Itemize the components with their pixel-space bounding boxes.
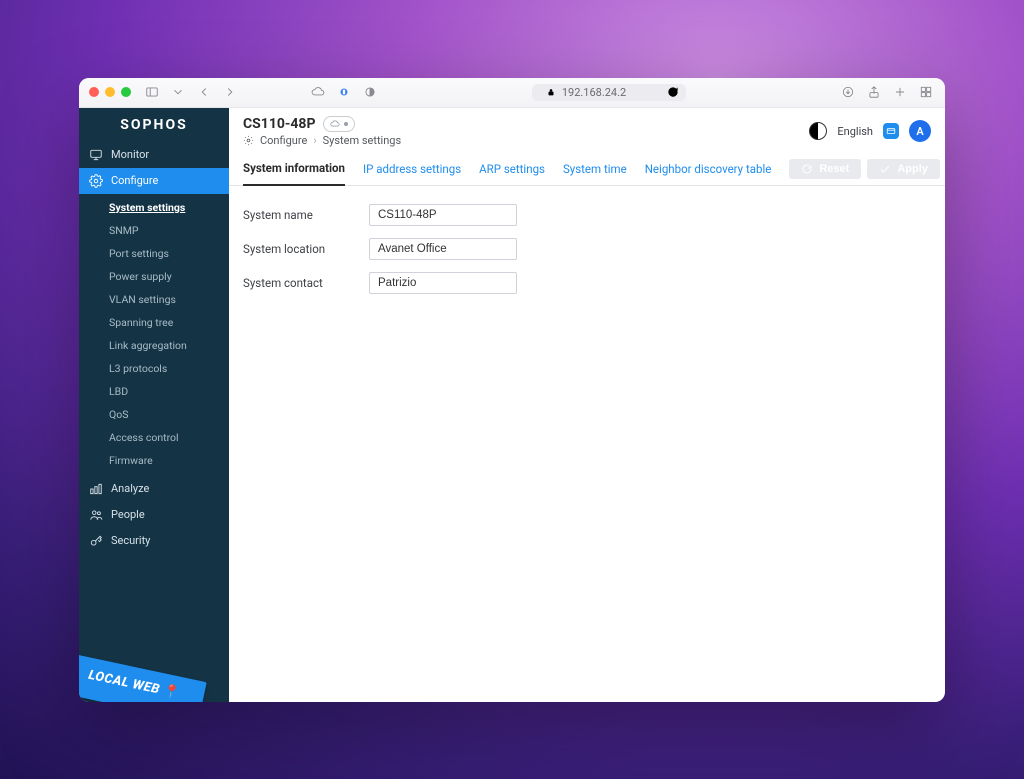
tab-system-information[interactable]: System information	[243, 153, 345, 186]
key-icon	[89, 534, 103, 548]
people-icon	[89, 508, 103, 522]
sub-item-port-settings[interactable]: Port settings	[79, 242, 229, 265]
gear-icon	[89, 174, 103, 188]
system-name-label: System name	[243, 208, 353, 222]
notifications-badge[interactable]	[883, 123, 899, 139]
sidebar-toggle-icon[interactable]	[143, 83, 161, 101]
cloud-small-icon	[330, 119, 340, 129]
sidebar-item-configure[interactable]: Configure	[79, 168, 229, 194]
sidebar-item-label: Security	[111, 534, 150, 547]
main-panel: CS110-48P Configure › System settings	[229, 108, 945, 702]
device-title: CS110-48P	[243, 116, 315, 132]
breadcrumb: Configure › System settings	[243, 134, 401, 147]
sub-item-l3-protocols[interactable]: L3 protocols	[79, 357, 229, 380]
system-location-label: System location	[243, 242, 353, 256]
sub-item-spanning-tree[interactable]: Spanning tree	[79, 311, 229, 334]
configure-submenu: System settings SNMP Port settings Power…	[79, 194, 229, 476]
cloud-icon[interactable]	[309, 83, 327, 101]
local-web-badge: LOCAL WEB📍	[79, 652, 207, 701]
tab-neighbor-discovery-table[interactable]: Neighbor discovery table	[645, 154, 772, 185]
chart-icon	[89, 482, 103, 496]
lock-icon	[546, 87, 556, 97]
sub-item-firmware[interactable]: Firmware	[79, 449, 229, 472]
address-bar[interactable]: 192.168.24.2	[532, 84, 686, 101]
sidebar: SOPHOS Monitor Configure System settings…	[79, 108, 229, 702]
reload-icon[interactable]	[666, 85, 680, 99]
system-location-input[interactable]	[369, 238, 517, 260]
pin-icon: 📍	[162, 683, 181, 701]
sidebar-item-label: Monitor	[111, 148, 149, 161]
browser-toolbar: 192.168.24.2	[79, 78, 945, 108]
user-avatar[interactable]: A	[909, 120, 931, 142]
tab-overview-icon[interactable]	[917, 83, 935, 101]
language-label[interactable]: English	[837, 125, 873, 138]
window-close-button[interactable]	[89, 87, 99, 97]
sidebar-item-security[interactable]: Security	[79, 528, 229, 554]
sub-item-qos[interactable]: QoS	[79, 403, 229, 426]
sub-item-access-control[interactable]: Access control	[79, 426, 229, 449]
form-area: System name System location System conta…	[229, 186, 945, 324]
sub-item-lbd[interactable]: LBD	[79, 380, 229, 403]
tab-arp-settings[interactable]: ARP settings	[479, 154, 545, 185]
back-button[interactable]	[195, 83, 213, 101]
refresh-icon	[801, 163, 813, 175]
tab-system-time[interactable]: System time	[563, 154, 627, 185]
tab-row: System information IP address settings A…	[229, 153, 945, 186]
sub-item-system-settings[interactable]: System settings	[79, 196, 229, 219]
forward-button[interactable]	[221, 83, 239, 101]
gear-small-icon	[243, 135, 254, 146]
check-icon	[879, 163, 891, 175]
shield-contrast-icon[interactable]	[361, 83, 379, 101]
system-contact-label: System contact	[243, 276, 353, 290]
sidebar-item-label: Analyze	[111, 482, 149, 495]
system-contact-input[interactable]	[369, 272, 517, 294]
sidebar-item-people[interactable]: People	[79, 502, 229, 528]
apply-button[interactable]: Apply	[867, 159, 940, 179]
contrast-toggle[interactable]	[809, 122, 827, 140]
sub-item-vlan-settings[interactable]: VLAN settings	[79, 288, 229, 311]
sidebar-item-monitor[interactable]: Monitor	[79, 142, 229, 168]
traffic-lights	[89, 87, 135, 97]
breadcrumb-root[interactable]: Configure	[260, 134, 307, 147]
window-minimize-button[interactable]	[105, 87, 115, 97]
system-name-input[interactable]	[369, 204, 517, 226]
browser-window: 192.168.24.2 SOPHOS	[79, 78, 945, 702]
tab-ip-address-settings[interactable]: IP address settings	[363, 154, 461, 185]
monitor-icon	[89, 148, 103, 162]
new-tab-button[interactable]	[891, 83, 909, 101]
sub-item-snmp[interactable]: SNMP	[79, 219, 229, 242]
chevron-down-icon[interactable]	[169, 83, 187, 101]
status-dot-icon	[344, 122, 348, 126]
window-zoom-button[interactable]	[121, 87, 131, 97]
breadcrumb-separator: ›	[313, 134, 316, 147]
sidebar-item-analyze[interactable]: Analyze	[79, 476, 229, 502]
app-root: SOPHOS Monitor Configure System settings…	[79, 108, 945, 702]
share-icon[interactable]	[865, 83, 883, 101]
extension-dot-icon[interactable]	[335, 83, 353, 101]
reset-button[interactable]: Reset	[789, 159, 861, 179]
topbar: CS110-48P Configure › System settings	[229, 108, 945, 153]
device-status-lozenge[interactable]	[323, 116, 355, 132]
breadcrumb-leaf: System settings	[323, 134, 402, 147]
sub-item-power-supply[interactable]: Power supply	[79, 265, 229, 288]
sub-item-link-aggregation[interactable]: Link aggregation	[79, 334, 229, 357]
address-text: 192.168.24.2	[562, 86, 626, 99]
sidebar-item-label: Configure	[111, 174, 158, 187]
brand-logo: SOPHOS	[79, 108, 229, 142]
sidebar-item-label: People	[111, 508, 145, 521]
downloads-icon[interactable]	[839, 83, 857, 101]
